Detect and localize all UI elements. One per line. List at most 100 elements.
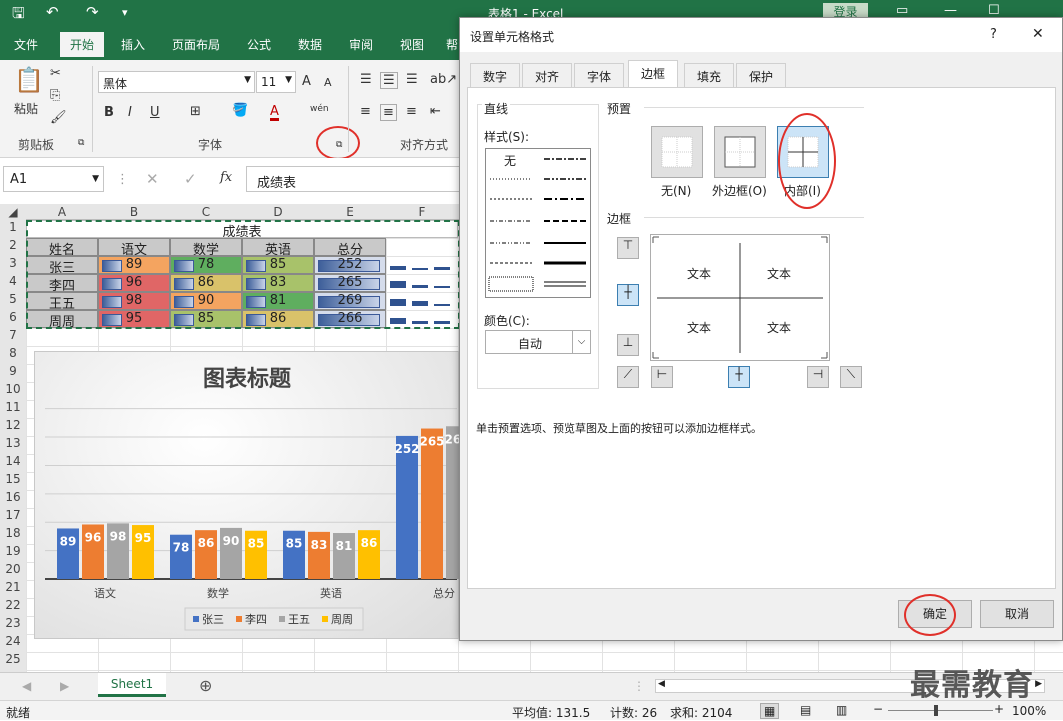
cut-icon[interactable]: ✂ (50, 66, 61, 81)
tab-protection[interactable]: 保护 (736, 63, 787, 87)
copy-icon[interactable]: ⎘ (50, 88, 60, 103)
scroll-right-icon[interactable]: ▶ (1035, 679, 1042, 689)
paste-label[interactable]: 粘贴 (14, 100, 38, 117)
help-button[interactable]: ? (990, 27, 997, 42)
paste-icon[interactable]: 📋 (14, 66, 44, 94)
redo-icon[interactable]: ↷ (86, 3, 99, 21)
align-center-icon[interactable]: ≡ (380, 104, 397, 121)
align-bottom-icon[interactable]: ☰ (406, 72, 418, 87)
minimize-button[interactable]: — (944, 3, 957, 18)
zoom-slider[interactable] (888, 710, 993, 711)
border-diagonal-up-button[interactable]: ⟋ (617, 366, 639, 388)
row-header[interactable]: 9 (0, 364, 26, 382)
row-header[interactable]: 16 (0, 490, 26, 508)
tab-data[interactable]: 数据 (298, 36, 322, 53)
line-style-list[interactable]: 无 (485, 148, 591, 298)
border-bottom-button[interactable]: ⊥ (617, 334, 639, 356)
dialog-close-button[interactable]: ✕ (1032, 26, 1044, 42)
align-top-icon[interactable]: ☰ (360, 72, 372, 87)
tab-help[interactable]: 帮 (446, 36, 458, 53)
cancel-formula-icon[interactable]: ✕ (146, 170, 159, 188)
row-header[interactable]: 7 (0, 328, 26, 346)
column-header[interactable]: C (170, 204, 242, 220)
tab-formulas[interactable]: 公式 (247, 36, 271, 53)
cancel-button[interactable]: 取消 (980, 600, 1054, 628)
preset-none-label[interactable]: 无(N) (661, 182, 691, 199)
grow-font-icon[interactable]: A (302, 74, 311, 89)
decrease-indent-icon[interactable]: ⇤ (430, 104, 441, 119)
tab-review[interactable]: 审阅 (349, 36, 373, 53)
score-chart[interactable]: 图表标题 89 96 98 95 语文 78 86 90 85 数学 85 83 81 86 英语 252 265… (34, 351, 495, 639)
column-header[interactable]: F (386, 204, 458, 220)
tab-font[interactable]: 字体 (574, 63, 625, 87)
undo-icon[interactable]: ↶ (46, 3, 59, 21)
border-inside-vertical-button[interactable]: ┼ (728, 366, 750, 388)
tab-view[interactable]: 视图 (400, 36, 424, 53)
ribbon-display-icon[interactable]: ▭ (896, 3, 908, 18)
tab-page-layout[interactable]: 页面布局 (172, 36, 220, 53)
bold-button[interactable]: B (104, 105, 114, 120)
formula-input[interactable]: 成绩表 (246, 166, 460, 192)
name-box[interactable]: A1 ▼ (3, 166, 104, 192)
select-all-corner[interactable]: ◢ (0, 204, 26, 220)
row-header[interactable]: 23 (0, 616, 26, 634)
row-header[interactable]: 19 (0, 544, 26, 562)
normal-view-icon[interactable]: ▦ (760, 703, 780, 719)
clipboard-launcher-icon[interactable]: ⧉ (78, 138, 84, 148)
font-color-icon[interactable]: A (270, 105, 279, 121)
align-right-icon[interactable]: ≡ (406, 104, 417, 119)
maximize-button[interactable]: ☐ (988, 3, 1000, 18)
row-header[interactable]: 3 (0, 256, 26, 274)
row-header[interactable]: 12 (0, 418, 26, 436)
align-left-icon[interactable]: ≡ (360, 104, 371, 119)
row-header[interactable]: 22 (0, 598, 26, 616)
row-header[interactable]: 21 (0, 580, 26, 598)
row-header[interactable]: 24 (0, 634, 26, 652)
tab-insert[interactable]: 插入 (121, 36, 145, 53)
next-sheet-icon[interactable]: ▶ (60, 679, 69, 693)
row-header[interactable]: 20 (0, 562, 26, 580)
row-header[interactable]: 25 (0, 652, 26, 670)
row-header[interactable]: 10 (0, 382, 26, 400)
align-middle-icon[interactable]: ☰ (380, 72, 398, 89)
zoom-level[interactable]: 100% (1012, 704, 1046, 718)
italic-button[interactable]: I (128, 105, 132, 120)
row-header[interactable]: 1 (0, 220, 26, 238)
scroll-left-icon[interactable]: ◀ (658, 679, 665, 689)
border-icon[interactable]: ⊞ (190, 104, 201, 119)
row-header[interactable]: 4 (0, 274, 26, 292)
tab-border[interactable]: 边框 (628, 60, 679, 88)
row-header[interactable]: 18 (0, 526, 26, 544)
row-header[interactable]: 2 (0, 238, 26, 256)
shrink-font-icon[interactable]: A (324, 76, 332, 89)
color-select[interactable]: 自动 ⌵ (485, 330, 591, 354)
row-header[interactable]: 8 (0, 346, 26, 364)
font-name-select[interactable]: 黑体 ▼ (98, 71, 255, 93)
column-header[interactable]: D (242, 204, 314, 220)
save-icon[interactable]: 🖫 (12, 3, 25, 28)
border-right-button[interactable]: ⊣ (807, 366, 829, 388)
orientation-icon[interactable]: ab↗ (430, 72, 457, 87)
tab-number[interactable]: 数字 (470, 63, 521, 87)
row-header[interactable]: 11 (0, 400, 26, 418)
phonetic-icon[interactable]: wén (310, 104, 329, 114)
prev-sheet-icon[interactable]: ◀ (22, 679, 31, 693)
row-header[interactable]: 13 (0, 436, 26, 454)
zoom-slider-thumb[interactable] (934, 705, 938, 716)
tab-file[interactable]: 文件 (14, 36, 38, 53)
column-header[interactable]: B (98, 204, 170, 220)
preset-none-button[interactable] (651, 126, 703, 178)
insert-function-icon[interactable]: fx (220, 170, 232, 185)
customize-quick-access-icon[interactable]: ▾ (122, 6, 128, 19)
row-header[interactable]: 5 (0, 292, 26, 310)
format-painter-icon[interactable]: 🖌 (50, 110, 67, 125)
column-header[interactable]: E (314, 204, 386, 220)
sheet-tab[interactable]: Sheet1 (98, 673, 166, 697)
underline-button[interactable]: U (150, 105, 160, 120)
font-size-select[interactable]: 11 ▼ (256, 71, 296, 93)
column-header[interactable]: A (26, 204, 98, 220)
tab-fill[interactable]: 填充 (684, 63, 735, 87)
preset-outline-button[interactable] (714, 126, 766, 178)
border-inside-horizontal-button[interactable]: ┼ (617, 284, 639, 306)
confirm-formula-icon[interactable]: ✓ (184, 170, 197, 188)
